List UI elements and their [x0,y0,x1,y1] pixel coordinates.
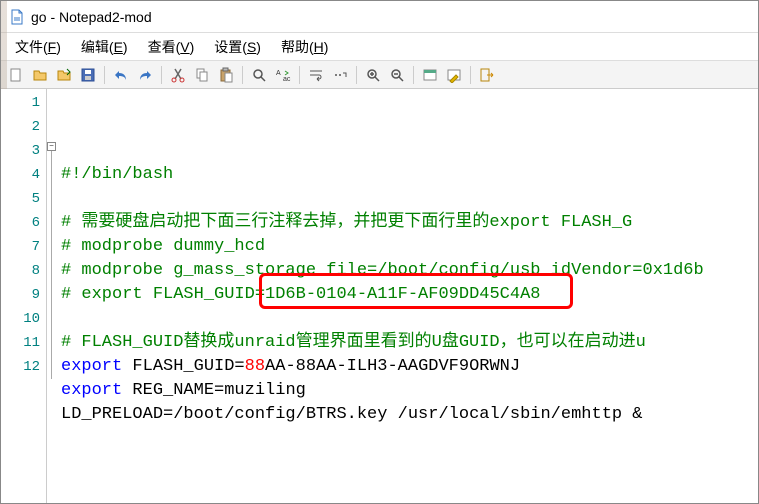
code-line[interactable]: # 需要硬盘启动把下面三行注释去掉，并把更下面行里的export FLASH_G [61,211,758,235]
line-number: 5 [1,187,40,211]
word-wrap-icon[interactable] [305,64,327,86]
toolbar-separator [356,66,357,84]
line-number: 7 [1,235,40,259]
paste-icon[interactable] [215,64,237,86]
history-icon[interactable] [53,64,75,86]
menu-bar: 文件(F) 编辑(E) 查看(V) 设置(S) 帮助(H) [1,33,758,61]
code-line[interactable]: export REG_NAME=muziling [61,379,758,403]
line-number: 3 [1,139,40,163]
line-number-gutter: 123456789101112 [1,89,47,503]
code-line[interactable]: # FLASH_GUID替换成unraid管理界面里看到的U盘GUID，也可以在… [61,331,758,355]
svg-text:ac: ac [283,76,291,83]
code-line[interactable]: LD_PRELOAD=/boot/config/BTRS.key /usr/lo… [61,403,758,427]
toolbar-separator [470,66,471,84]
whitespace-icon[interactable] [329,64,351,86]
title-bar: go - Notepad2-mod [1,1,758,33]
editor-area[interactable]: 123456789101112 − #!/bin/bash # 需要硬盘启动把下… [1,89,758,503]
menu-view[interactable]: 查看(V) [138,35,205,59]
save-icon[interactable] [77,64,99,86]
zoom-out-icon[interactable] [386,64,408,86]
line-number: 8 [1,259,40,283]
code-line[interactable]: # modprobe dummy_hcd [61,235,758,259]
exit-icon[interactable] [476,64,498,86]
svg-text:A: A [276,70,281,77]
new-file-icon[interactable] [5,64,27,86]
zoom-in-icon[interactable] [362,64,384,86]
menu-help[interactable]: 帮助(H) [271,35,338,59]
code-line[interactable] [61,307,758,331]
code-line[interactable]: #!/bin/bash [61,163,758,187]
copy-icon[interactable] [191,64,213,86]
toolbar: Aac [1,61,758,89]
toolbar-separator [413,66,414,84]
line-number: 12 [1,355,40,379]
line-number: 11 [1,331,40,355]
toolbar-separator [104,66,105,84]
menu-file[interactable]: 文件(F) [5,35,71,59]
app-icon [9,9,25,25]
toolbar-separator [299,66,300,84]
open-file-icon[interactable] [29,64,51,86]
redo-icon[interactable] [134,64,156,86]
line-number: 6 [1,211,40,235]
line-number: 10 [1,307,40,331]
menu-edit[interactable]: 编辑(E) [71,35,138,59]
code-line[interactable] [61,427,758,451]
toolbar-separator [161,66,162,84]
window-title: go - Notepad2-mod [31,9,152,25]
replace-icon[interactable]: Aac [272,64,294,86]
toolbar-separator [242,66,243,84]
line-number: 4 [1,163,40,187]
menu-settings[interactable]: 设置(S) [204,35,271,59]
line-number: 2 [1,115,40,139]
find-icon[interactable] [248,64,270,86]
customize-icon[interactable] [443,64,465,86]
scheme-icon[interactable] [419,64,441,86]
undo-icon[interactable] [110,64,132,86]
code-line[interactable]: # modprobe g_mass_storage file=/boot/con… [61,259,758,283]
code-content[interactable]: #!/bin/bash # 需要硬盘启动把下面三行注释去掉，并把更下面行里的ex… [47,89,758,503]
line-number: 9 [1,283,40,307]
code-line[interactable] [61,187,758,211]
code-line[interactable]: export FLASH_GUID=88AA-88AA-ILH3-AAGDVF9… [61,355,758,379]
cut-icon[interactable] [167,64,189,86]
line-number: 1 [1,91,40,115]
code-line[interactable]: # export FLASH_GUID=1D6B-0104-A11F-AF09D… [61,283,758,307]
